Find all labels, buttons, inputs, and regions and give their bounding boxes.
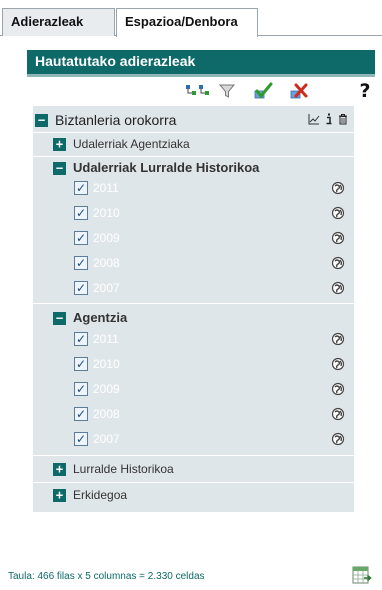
list-item: ✓ 2010 [33, 352, 354, 377]
collapse-icon[interactable]: − [53, 312, 66, 325]
globe-icon[interactable] [331, 181, 345, 195]
list-item: ✓ 2008 [33, 251, 354, 276]
expand-icon[interactable]: + [53, 138, 66, 151]
year-label: 2009 [93, 382, 120, 396]
trash-icon[interactable] [338, 113, 348, 125]
tree-group: − Agentzia [33, 307, 354, 329]
year-checkbox[interactable]: ✓ [74, 206, 88, 220]
year-label: 2008 [93, 256, 120, 270]
root-actions [308, 113, 348, 125]
clear-all-icon[interactable] [287, 80, 311, 102]
collapse-icon[interactable]: − [35, 114, 48, 127]
list-item: ✓ 2007 [33, 427, 354, 452]
list-item: ✓ 2007 [33, 276, 354, 301]
expand-icon[interactable]: + [53, 463, 66, 476]
year-checkbox[interactable]: ✓ [74, 407, 88, 421]
line-chart-icon[interactable] [308, 113, 320, 125]
year-label: 2011 [93, 181, 119, 195]
tree-group: + Udalerriak Agentziaka [33, 133, 354, 155]
tree-group: + Erkidegoa [33, 484, 354, 506]
title-underline [27, 74, 375, 77]
tree-group: + Lurralde Historikoa [33, 458, 354, 480]
list-item: ✓ 2009 [33, 377, 354, 402]
globe-icon[interactable] [331, 231, 345, 245]
table-summary: Taula: 466 filas x 5 columnas = 2.330 ce… [8, 571, 205, 582]
year-checkbox[interactable]: ✓ [74, 432, 88, 446]
help-icon[interactable]: ? [354, 80, 376, 102]
list-item: ✓ 2008 [33, 402, 354, 427]
tree-group-label[interactable]: Erkidegoa [73, 488, 127, 502]
tab-bar: Adierazleak Espazioa/Denbora [0, 0, 382, 37]
globe-icon[interactable] [331, 256, 345, 270]
year-checkbox[interactable]: ✓ [74, 382, 88, 396]
year-label: 2010 [93, 357, 120, 371]
tree-group-label[interactable]: Udalerriak Lurralde Historikoa [73, 160, 259, 175]
tree-group-label[interactable]: Agentzia [73, 310, 127, 325]
divider [33, 303, 354, 304]
year-label: 2010 [93, 206, 120, 220]
year-label: 2009 [93, 231, 120, 245]
tab-adierazleak[interactable]: Adierazleak [2, 8, 115, 36]
collapse-icon[interactable]: − [53, 162, 66, 175]
year-checkbox[interactable]: ✓ [74, 281, 88, 295]
filter-icon[interactable] [216, 80, 238, 102]
globe-icon[interactable] [331, 432, 345, 446]
tree-root: − Biztanleria orokorra [33, 110, 354, 130]
year-checkbox[interactable]: ✓ [74, 231, 88, 245]
globe-icon[interactable] [331, 332, 345, 346]
export-table-icon[interactable] [352, 565, 372, 585]
info-icon[interactable] [325, 113, 333, 125]
tab-espazioa-denbora[interactable]: Espazioa/Denbora [116, 8, 258, 37]
tree-expand-icon[interactable] [184, 80, 212, 102]
expand-icon[interactable]: + [53, 489, 66, 502]
tree-root-label: Biztanleria orokorra [55, 112, 177, 128]
list-item: ✓ 2011 [33, 327, 354, 352]
list-item: ✓ 2010 [33, 201, 354, 226]
year-checkbox[interactable]: ✓ [74, 181, 88, 195]
globe-icon[interactable] [331, 206, 345, 220]
globe-icon[interactable] [331, 357, 345, 371]
globe-icon[interactable] [331, 281, 345, 295]
divider [33, 482, 354, 483]
tree-group-label[interactable]: Lurralde Historikoa [73, 462, 174, 476]
indicator-tree: − Biztanleria orokorra + Udalerriak Agen… [33, 106, 354, 512]
globe-icon[interactable] [331, 407, 345, 421]
check-all-icon[interactable] [252, 80, 274, 102]
year-label: 2007 [93, 281, 120, 295]
list-item: ✓ 2009 [33, 226, 354, 251]
globe-icon[interactable] [331, 382, 345, 396]
year-label: 2011 [93, 332, 119, 346]
panel-title: Hautatutako adierazleak [27, 50, 375, 74]
year-checkbox[interactable]: ✓ [74, 256, 88, 270]
year-label: 2008 [93, 407, 120, 421]
year-checkbox[interactable]: ✓ [74, 332, 88, 346]
tree-group-label[interactable]: Udalerriak Agentziaka [73, 137, 190, 151]
year-checkbox[interactable]: ✓ [74, 357, 88, 371]
list-item: ✓ 2011 [33, 176, 354, 201]
divider [33, 455, 354, 456]
year-label: 2007 [93, 432, 120, 446]
